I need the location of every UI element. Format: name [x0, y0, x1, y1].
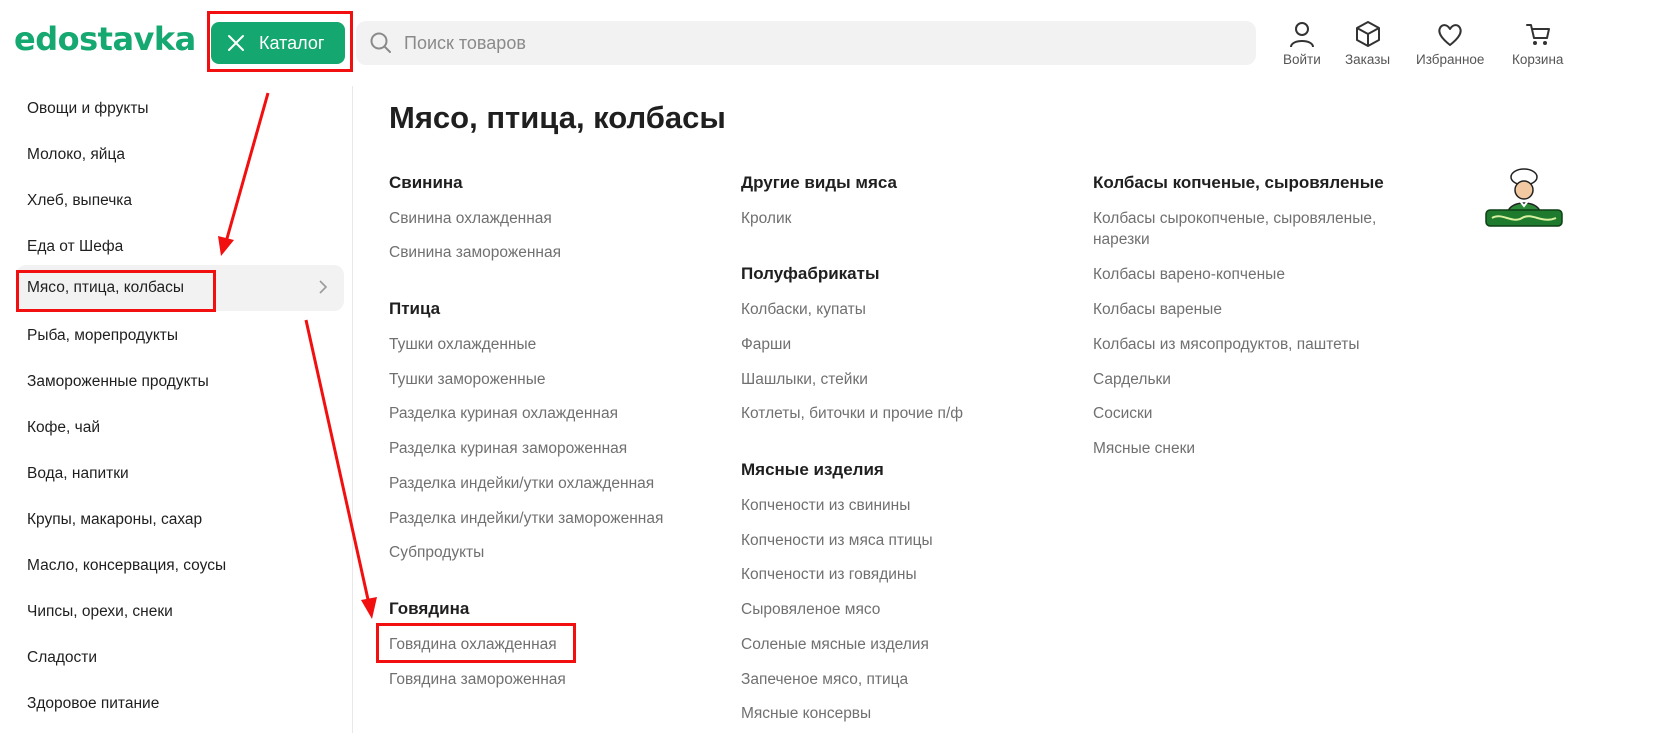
chevron-right-icon: [319, 280, 328, 294]
subcategory-link[interactable]: Колбасы сырокопченые, сыровяленые, нарез…: [1093, 208, 1403, 250]
subcategory-link[interactable]: Мясные снеки: [1093, 438, 1195, 459]
subcategory-link[interactable]: Говядина замороженная: [389, 669, 566, 690]
subcategory-link[interactable]: Разделка индейки/утки замороженная: [389, 508, 663, 529]
favorites-label: Избранное: [1416, 52, 1485, 67]
group-title-meat-products[interactable]: Мясные изделия: [741, 460, 884, 480]
heart-icon: [1438, 24, 1462, 46]
subcategory-link[interactable]: Свинина замороженная: [389, 242, 561, 263]
page-title: Мясо, птица, колбасы: [389, 100, 726, 135]
group-title-other-meat[interactable]: Другие виды мяса: [741, 173, 897, 193]
subcategory-link[interactable]: Сосиски: [1093, 403, 1152, 424]
cart-action[interactable]: Корзина: [1512, 20, 1563, 67]
sidebar-item-healthy[interactable]: Здоровое питание: [16, 681, 344, 727]
favorites-action[interactable]: Избранное: [1416, 20, 1484, 67]
annotation-box-beef-chilled: [376, 623, 576, 663]
subcategory-link[interactable]: Фарши: [741, 334, 791, 355]
group-title-sausages[interactable]: Колбасы копченые, сыровяленые: [1093, 173, 1384, 193]
subcategory-link[interactable]: Колбасы вареные: [1093, 299, 1222, 320]
sidebar-item-coffee[interactable]: Кофе, чай: [16, 405, 344, 451]
sidebar-item-cereals[interactable]: Крупы, макароны, сахар: [16, 497, 344, 543]
orders-label: Заказы: [1345, 52, 1391, 67]
site-logo[interactable]: edostavka: [14, 20, 196, 58]
cart-label: Корзина: [1512, 52, 1564, 67]
sidebar-item-sweets[interactable]: Сладости: [16, 635, 344, 681]
subcategory-link[interactable]: Свинина охлажденная: [389, 208, 552, 229]
login-label: Войти: [1283, 52, 1321, 67]
group-title-beef[interactable]: Говядина: [389, 599, 469, 619]
subcategory-link[interactable]: Котлеты, биточки и прочие п/ф: [741, 403, 963, 424]
subcategory-link[interactable]: Копчености из свинины: [741, 495, 910, 516]
group-title-poultry[interactable]: Птица: [389, 299, 440, 319]
sidebar-item-oil[interactable]: Масло, консервация, соусы: [16, 543, 344, 589]
sidebar-item-fish[interactable]: Рыба, морепродукты: [16, 313, 344, 359]
subcategory-link[interactable]: Запеченое мясо, птица: [741, 669, 908, 690]
subcategory-link[interactable]: Тушки замороженные: [389, 369, 545, 390]
sidebar-item-water[interactable]: Вода, напитки: [16, 451, 344, 497]
subcategory-link[interactable]: Колбасы из мясопродуктов, паштеты: [1093, 334, 1360, 355]
annotation-box-meat-category: [16, 270, 216, 312]
sidebar-item-vegetables[interactable]: Овощи и фрукты: [16, 86, 344, 132]
sidebar-item-chef-food[interactable]: Еда от Шефа: [16, 224, 344, 270]
subcategory-link[interactable]: Тушки охлажденные: [389, 334, 536, 355]
user-icon: [1289, 22, 1314, 48]
subcategory-link[interactable]: Субпродукты: [389, 542, 484, 563]
subcategory-link[interactable]: Колбасы варено-копченые: [1093, 264, 1285, 285]
cart-icon: [1525, 24, 1550, 45]
subcategory-link[interactable]: Сыровяленое мясо: [741, 599, 880, 620]
search-bar: [356, 21, 1256, 65]
box-icon: [1355, 21, 1380, 47]
subcategory-link[interactable]: Разделка куриная замороженная: [389, 438, 627, 459]
sidebar-item-frozen[interactable]: Замороженные продукты: [16, 359, 344, 405]
login-action[interactable]: Войти: [1283, 20, 1321, 67]
chef-online-logo[interactable]: [1482, 168, 1566, 232]
catalog-sidebar: Овощи и фрукты Молоко, яйца Хлеб, выпечк…: [0, 86, 353, 733]
group-title-pork[interactable]: Свинина: [389, 173, 463, 193]
subcategory-link[interactable]: Сардельки: [1093, 369, 1171, 390]
subcategory-link[interactable]: Кролик: [741, 208, 791, 229]
sidebar-item-bread[interactable]: Хлеб, выпечка: [16, 178, 344, 224]
sidebar-item-milk[interactable]: Молоко, яйца: [16, 132, 344, 178]
orders-action[interactable]: Заказы: [1345, 20, 1390, 67]
subcategory-link[interactable]: Разделка куриная охлажденная: [389, 403, 618, 424]
subcategory-link[interactable]: Разделка индейки/утки охлажденная: [389, 473, 654, 494]
annotation-box-catalog: [207, 11, 353, 72]
subcategory-link[interactable]: Мясные консервы: [741, 703, 871, 724]
subcategory-link[interactable]: Копчености из мяса птицы: [741, 530, 933, 551]
group-title-semi-finished[interactable]: Полуфабрикаты: [741, 264, 879, 284]
subcategory-link[interactable]: Колбаски, купаты: [741, 299, 866, 320]
search-icon: [370, 32, 391, 53]
search-input[interactable]: [404, 32, 1224, 54]
subcategory-link[interactable]: Шашлыки, стейки: [741, 369, 868, 390]
sidebar-item-chips[interactable]: Чипсы, орехи, снеки: [16, 589, 344, 635]
subcategory-link[interactable]: Соленые мясные изделия: [741, 634, 929, 655]
subcategory-link[interactable]: Копчености из говядины: [741, 564, 917, 585]
